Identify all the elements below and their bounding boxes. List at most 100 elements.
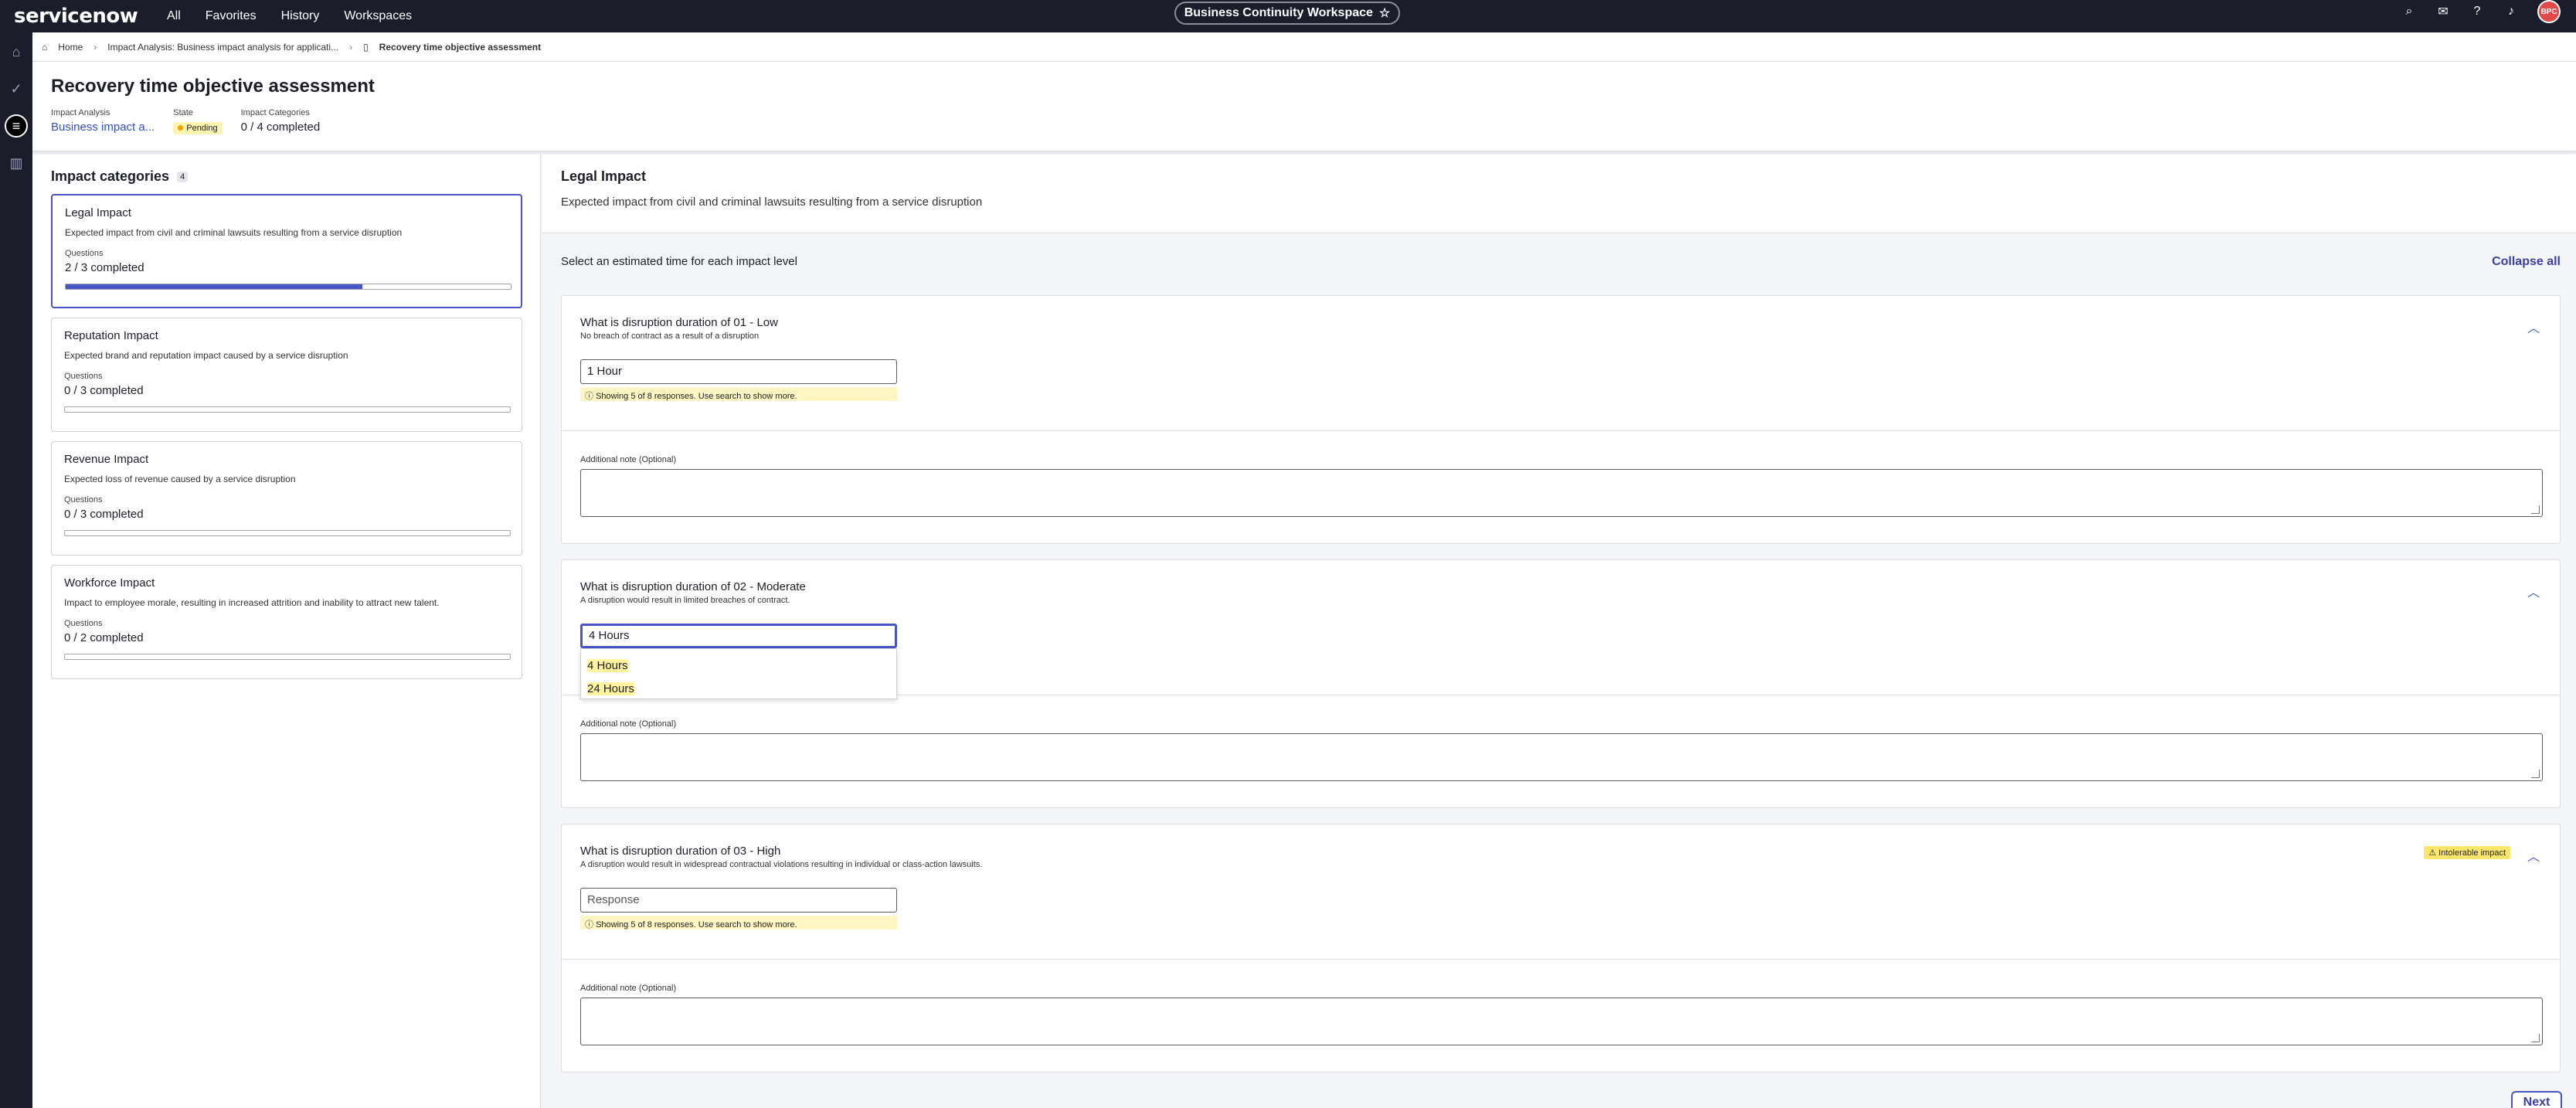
- logo-text: servicenow: [14, 5, 138, 28]
- nav-all[interactable]: All: [167, 9, 181, 23]
- question-description: A disruption would result in limited bre…: [580, 596, 790, 605]
- impact-categories-panel: Impact categories 4 Legal Impact Expected…: [32, 155, 541, 1108]
- question-title: What is disruption duration of 01 - Low: [580, 316, 778, 329]
- categories-label: Impact Categories: [240, 108, 310, 117]
- card-description: Expected brand and reputation impact cau…: [64, 350, 348, 361]
- top-navigation-bar: servicenow All Favorites History Workspa…: [0, 0, 2576, 32]
- note-label: Additional note (Optional): [580, 455, 677, 464]
- question-description: No breach of contract as a result of a d…: [580, 331, 760, 341]
- progress-bar: [64, 530, 511, 536]
- questions-label: Questions: [64, 495, 103, 505]
- progress-bar: [65, 284, 511, 290]
- card-description: Impact to employee morale, resulting in …: [64, 597, 440, 608]
- collapse-all-button[interactable]: Collapse all: [2492, 255, 2561, 269]
- info-icon: ⓘ: [585, 392, 596, 401]
- top-nav-menu: All Favorites History Workspaces: [167, 9, 412, 23]
- card-title: Reputation Impact: [64, 329, 158, 342]
- question-title: What is disruption duration of 02 - Mode…: [580, 580, 806, 593]
- questions-value: 0 / 3 completed: [64, 384, 144, 397]
- response-hint: ⓘ Showing 5 of 8 responses. Use search t…: [580, 916, 897, 930]
- servicenow-logo[interactable]: servicenow: [14, 5, 153, 28]
- categories-value: 0 / 4 completed: [240, 121, 321, 134]
- impact-analysis-field: Impact Analysis Business impact a...: [51, 108, 155, 134]
- questions-value: 0 / 3 completed: [64, 508, 144, 521]
- next-button[interactable]: Next: [2511, 1091, 2562, 1108]
- panel-title: Impact categories 4: [51, 168, 522, 185]
- dropdown-option[interactable]: 4 Hours: [587, 654, 890, 677]
- impact-analysis-label: Impact Analysis: [51, 108, 110, 117]
- question-card-high: What is disruption duration of 03 - High…: [561, 824, 2561, 1072]
- questions-value: 0 / 2 completed: [64, 631, 144, 644]
- card-title: Revenue Impact: [64, 453, 149, 466]
- home-icon[interactable]: ⌂: [5, 40, 28, 63]
- workspace-title: Business Continuity Workspace: [1184, 6, 1373, 19]
- user-avatar[interactable]: BPC: [2537, 0, 2561, 23]
- option-text: 24 Hours: [587, 681, 634, 695]
- response-input[interactable]: Response: [580, 888, 897, 913]
- notification-bell-icon[interactable]: ♪: [2503, 5, 2519, 19]
- star-icon[interactable]: ☆: [1379, 5, 1390, 21]
- hint-text: Showing 5 of 8 responses. Use search to …: [596, 392, 797, 401]
- home-icon[interactable]: ⌂: [42, 42, 47, 53]
- chevron-up-icon[interactable]: ︿: [2527, 582, 2540, 600]
- top-icons: ⌕ ✉ ? ♪ BPC: [2401, 0, 2561, 23]
- nav-history[interactable]: History: [281, 9, 320, 23]
- question-description: A disruption would result in widespread …: [580, 860, 983, 869]
- additional-note-textarea[interactable]: [580, 469, 2543, 517]
- breadcrumb-current: Recovery time objective assessment: [379, 41, 542, 53]
- category-card-revenue[interactable]: Revenue Impact Expected loss of revenue …: [51, 441, 522, 556]
- dashboard-icon[interactable]: ▥: [5, 151, 28, 175]
- response-input[interactable]: 1 Hour: [580, 359, 897, 384]
- badge-text: Intolerable impact: [2438, 848, 2506, 858]
- breadcrumb: ⌂ Home › Impact Analysis: Business impac…: [32, 32, 2576, 62]
- dropdown-option[interactable]: 24 Hours: [587, 677, 890, 700]
- note-label: Additional note (Optional): [580, 984, 677, 993]
- breadcrumb-home[interactable]: Home: [58, 42, 83, 53]
- categories-field: Impact Categories 0 / 4 completed: [241, 108, 321, 134]
- help-icon[interactable]: ?: [2469, 5, 2485, 19]
- category-detail-header: Legal Impact Expected impact from civil …: [542, 155, 2576, 233]
- workspace-title-pill[interactable]: Business Continuity Workspace ☆: [1174, 2, 1400, 25]
- card-description: Expected impact from civil and criminal …: [65, 227, 403, 238]
- questions-label: Questions: [64, 372, 103, 381]
- info-icon: ⓘ: [585, 920, 596, 930]
- category-card-legal[interactable]: Legal Impact Expected impact from civil …: [51, 194, 522, 308]
- left-rail: ⌂ ✓ ≡ ▥: [0, 32, 32, 1108]
- check-circle-icon[interactable]: ✓: [5, 77, 28, 100]
- card-description: Expected loss of revenue caused by a ser…: [64, 474, 296, 484]
- search-icon[interactable]: ⌕: [2401, 5, 2417, 19]
- response-dropdown: 4 Hours 24 Hours: [580, 648, 897, 699]
- card-title: Legal Impact: [65, 206, 131, 219]
- panel-title-text: Impact categories: [51, 168, 170, 184]
- divider: [562, 430, 2560, 431]
- chat-icon[interactable]: ✉: [2435, 4, 2451, 19]
- category-card-workforce[interactable]: Workforce Impact Impact to employee mora…: [51, 565, 522, 679]
- list-icon[interactable]: ≡: [5, 114, 28, 138]
- impact-analysis-link[interactable]: Business impact a...: [51, 121, 155, 134]
- hint-text: Showing 5 of 8 responses. Use search to …: [596, 920, 797, 930]
- note-label: Additional note (Optional): [580, 719, 677, 729]
- category-card-reputation[interactable]: Reputation Impact Expected brand and rep…: [51, 318, 522, 432]
- questions-label: Questions: [64, 619, 103, 628]
- state-label: State: [173, 108, 193, 117]
- chevron-up-icon[interactable]: ︿: [2527, 318, 2540, 336]
- nav-workspaces[interactable]: Workspaces: [344, 9, 412, 23]
- additional-note-textarea[interactable]: [580, 733, 2543, 781]
- additional-note-textarea[interactable]: [580, 998, 2543, 1045]
- header-meta: Impact Analysis Business impact a... Sta…: [51, 108, 2557, 134]
- progress-bar: [64, 406, 511, 413]
- questions-value: 2 / 3 completed: [65, 261, 144, 274]
- response-input[interactable]: 4 Hours: [580, 624, 897, 648]
- status-text: Pending: [186, 124, 218, 133]
- chevron-right-icon: ›: [93, 41, 97, 53]
- category-title: Legal Impact: [561, 168, 647, 184]
- chevron-up-icon[interactable]: ︿: [2527, 846, 2540, 865]
- breadcrumb-parent[interactable]: Impact Analysis: Business impact analysi…: [107, 42, 338, 53]
- count-badge: 4: [177, 171, 189, 182]
- category-subtitle: Expected impact from civil and criminal …: [561, 195, 983, 209]
- page-title: Recovery time objective assessment: [51, 76, 375, 97]
- nav-favorites[interactable]: Favorites: [206, 9, 257, 23]
- card-title: Workforce Impact: [64, 576, 155, 590]
- state-field: State Pending: [173, 108, 223, 134]
- divider: [562, 959, 2560, 960]
